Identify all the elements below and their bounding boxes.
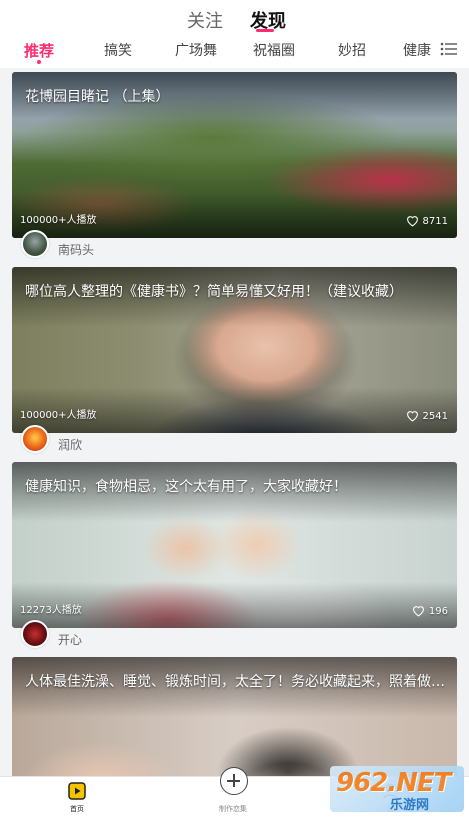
plus-circle-icon — [220, 767, 248, 795]
video-title: 人体最佳洗澡、睡觉、锻炼时间，太全了！务必收藏起来，照着做… — [25, 674, 445, 690]
avatar[interactable] — [21, 230, 49, 258]
category-bar: 推荐 搞笑 广场舞 祝福圈 妙招 健康 — [0, 36, 469, 68]
author-row[interactable]: 南码头 — [21, 229, 94, 259]
category-funny[interactable]: 搞笑 — [104, 40, 132, 60]
category-tips[interactable]: 妙招 — [338, 40, 366, 60]
tab-home-label: 首页 — [70, 805, 84, 813]
watermark-site-name: 乐游网 — [390, 798, 430, 813]
play-count: 12273人播放 — [20, 605, 82, 616]
like-count[interactable]: 2541 — [406, 410, 448, 422]
heart-icon — [406, 411, 418, 422]
tab-home[interactable]: 首页 — [47, 777, 107, 817]
category-active-dot — [37, 60, 41, 64]
play-count: 100000+人播放 — [20, 215, 97, 226]
like-count-value: 2541 — [422, 410, 448, 422]
like-count-value: 8711 — [422, 215, 448, 227]
tab-follow[interactable]: 关注 — [187, 7, 223, 33]
category-blessings[interactable]: 祝福圈 — [253, 40, 295, 60]
like-count[interactable]: 8711 — [406, 215, 448, 227]
video-title: 健康知识，食物相忌，这个太有用了，大家收藏好！ — [25, 479, 347, 495]
video-thumbnail[interactable]: 花博园目睹记 （上集） 100000+人播放 8711 — [12, 72, 457, 238]
category-recommend[interactable]: 推荐 — [24, 40, 54, 61]
like-count[interactable]: 196 — [412, 605, 448, 617]
video-thumbnail[interactable]: 哪位高人整理的《健康书》？简单易懂又好用！（建议收藏） 100000+人播放 2… — [12, 267, 457, 433]
heart-icon — [406, 216, 418, 227]
tab-create[interactable]: 制作恋集 — [203, 767, 263, 817]
site-watermark: 962.NET 乐游网 — [330, 766, 464, 813]
avatar[interactable] — [21, 620, 49, 648]
avatar[interactable] — [21, 425, 49, 453]
heart-icon — [412, 606, 424, 617]
top-switch-bar: 关注 发现 — [0, 0, 469, 36]
author-name[interactable]: 南码头 — [58, 241, 94, 258]
author-row[interactable]: 开心 — [21, 619, 82, 649]
category-square-dance[interactable]: 广场舞 — [175, 40, 217, 60]
author-name[interactable]: 润欣 — [58, 436, 82, 453]
video-title: 哪位高人整理的《健康书》？简单易懂又好用！（建议收藏） — [25, 284, 403, 300]
video-thumbnail[interactable]: 健康知识，食物相忌，这个太有用了，大家收藏好！ 12273人播放 196 — [12, 462, 457, 628]
play-square-icon — [68, 782, 86, 800]
active-tab-indicator — [256, 29, 274, 32]
category-list-icon[interactable] — [440, 41, 458, 57]
tab-create-label: 制作恋集 — [219, 805, 247, 813]
author-name[interactable]: 开心 — [58, 631, 82, 648]
like-count-value: 196 — [428, 605, 448, 617]
author-row[interactable]: 润欣 — [21, 424, 82, 454]
video-title: 花博园目睹记 （上集） — [25, 89, 170, 105]
play-count: 100000+人播放 — [20, 410, 97, 421]
category-health[interactable]: 健康 — [403, 40, 431, 60]
